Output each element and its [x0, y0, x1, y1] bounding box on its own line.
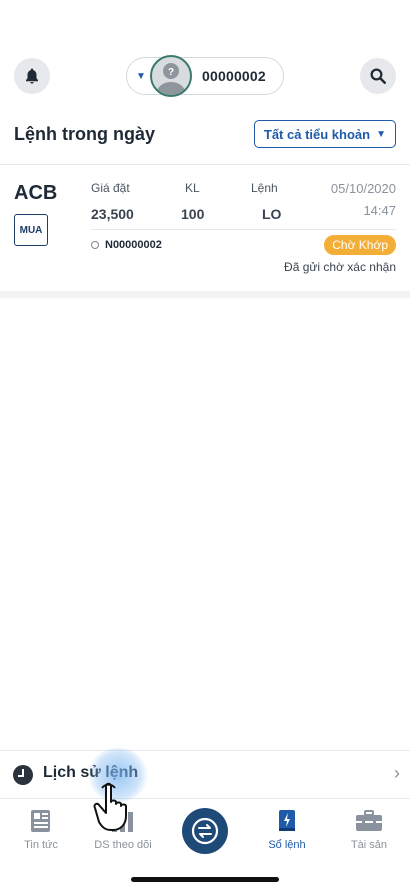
- home-indicator: [131, 877, 279, 882]
- price-label: Giá đặt: [91, 181, 130, 195]
- exchange-icon: [191, 817, 219, 845]
- newspaper-icon: [31, 810, 50, 832]
- divider: [0, 164, 410, 165]
- chevron-right-icon: ›: [394, 763, 400, 783]
- quantity-label: KL: [185, 181, 200, 195]
- dropdown-arrow-icon: ▼: [376, 128, 386, 140]
- order-book-icon: [279, 810, 295, 831]
- tab-order-book-label: Sổ lệnh: [268, 839, 306, 851]
- avatar: ?: [150, 55, 192, 97]
- status-dot-icon: [91, 241, 99, 249]
- trade-exchange-button[interactable]: [182, 808, 228, 854]
- order-date: 05/10/2020: [330, 181, 396, 196]
- order-id: N00000002: [105, 239, 162, 251]
- account-selector[interactable]: ▼ ? 00000002: [126, 55, 284, 97]
- tab-watchlist-label: DS theo dõi: [94, 839, 152, 851]
- bottom-tab-bar: Tin tức DS theo dõi Sổ lệnh Tài sản: [0, 798, 410, 860]
- avatar-placeholder-mark: ?: [167, 67, 175, 78]
- order-item[interactable]: ACB MUA Giá đặt KL Lệnh 05/10/2020 23,50…: [0, 166, 410, 290]
- quantity-value: 100: [181, 206, 205, 222]
- order-history-row[interactable]: Lịch sử lệnh ›: [0, 750, 410, 798]
- order-id-row: N00000002: [91, 239, 162, 251]
- caret-down-icon: ▼: [136, 70, 146, 82]
- section-separator: [0, 291, 410, 298]
- briefcase-icon: [356, 810, 382, 831]
- status-note: Đã gửi chờ xác nhận: [284, 260, 396, 274]
- section-header: Lệnh trong ngày Tất cả tiểu khoản ▼: [0, 118, 410, 152]
- pointer-hand-icon: [93, 782, 127, 831]
- status-badge: Chờ Khớp: [324, 235, 396, 255]
- search-icon: [370, 68, 386, 84]
- tab-news-label: Tin tức: [24, 839, 58, 851]
- divider: [91, 229, 396, 230]
- account-number: 00000002: [202, 68, 266, 84]
- clock-icon: [13, 765, 33, 785]
- tab-order-book[interactable]: Sổ lệnh: [246, 799, 328, 861]
- tab-news[interactable]: Tin tức: [0, 799, 82, 861]
- tab-assets-label: Tài sản: [350, 839, 388, 851]
- order-side-badge: MUA: [14, 214, 48, 246]
- order-time: 14:47: [363, 203, 396, 218]
- subaccount-filter-dropdown[interactable]: Tất cả tiểu khoản ▼: [253, 120, 396, 148]
- top-header: ▼ ? 00000002: [0, 55, 410, 97]
- page-title: Lệnh trong ngày: [14, 124, 155, 144]
- bell-icon: [26, 68, 38, 84]
- tab-assets[interactable]: Tài sản: [328, 799, 410, 861]
- order-symbol: ACB: [14, 182, 58, 204]
- notification-button[interactable]: [14, 58, 50, 94]
- price-value: 23,500: [91, 206, 134, 222]
- order-type-value: LO: [262, 206, 282, 222]
- subaccount-filter-label: Tất cả tiểu khoản: [263, 126, 371, 142]
- search-button[interactable]: [360, 58, 396, 94]
- order-type-label: Lệnh: [251, 181, 278, 195]
